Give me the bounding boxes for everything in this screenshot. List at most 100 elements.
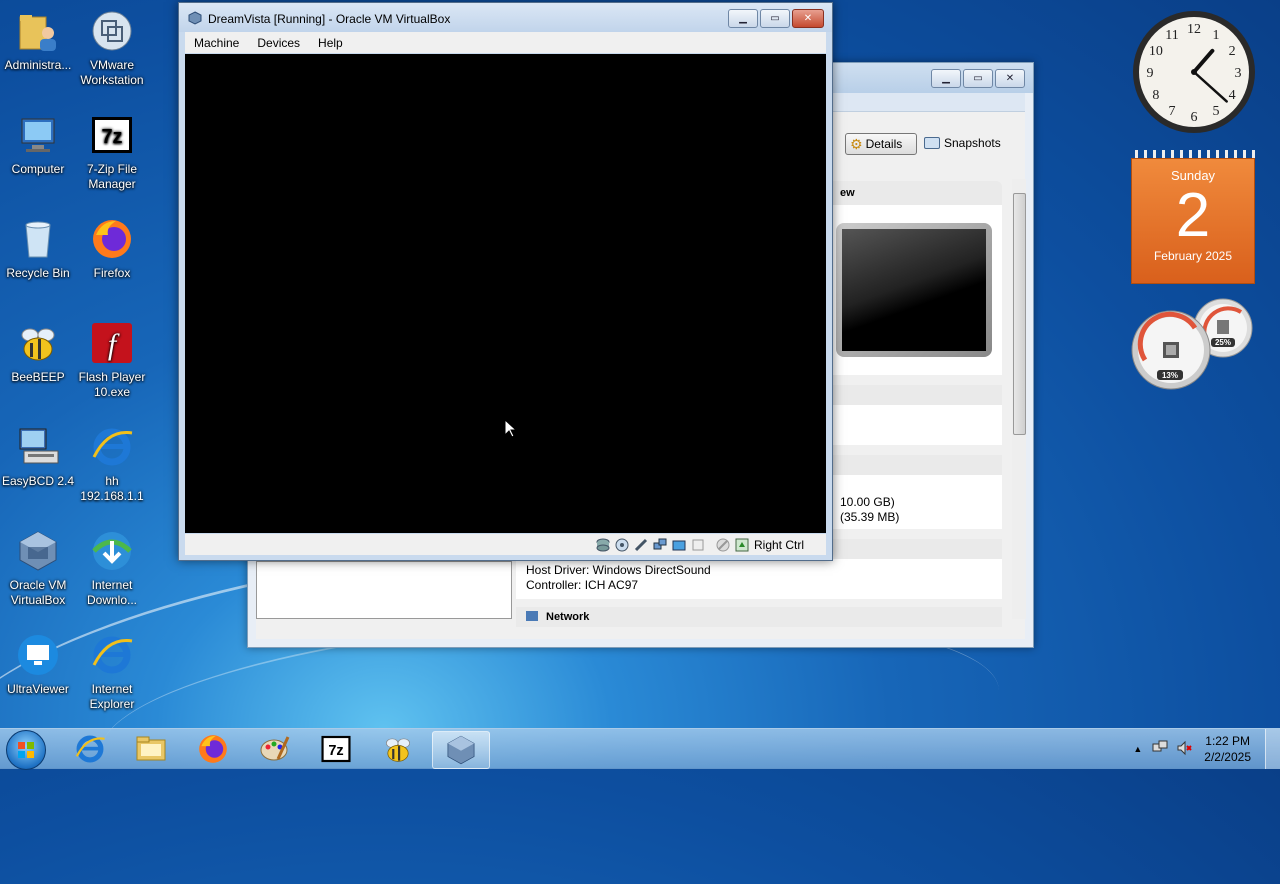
desktop-icon-label: Flash Player 10.exe xyxy=(78,370,146,399)
hard-disk-icon[interactable] xyxy=(596,537,611,552)
network-icon xyxy=(526,611,538,621)
menu-machine[interactable]: Machine xyxy=(185,36,248,50)
network-tray-icon[interactable] xyxy=(1152,740,1168,759)
taskbar-clock[interactable]: 1:22 PM 2/2/2025 xyxy=(1204,733,1251,765)
cpu-meter-gadget[interactable]: 13% 25% xyxy=(1131,298,1255,390)
display-icon[interactable] xyxy=(691,537,706,552)
clock-number: 3 xyxy=(1235,66,1242,81)
desktop-icon-label: Recycle Bin xyxy=(6,266,70,280)
host-key-label: Right Ctrl xyxy=(753,537,804,552)
desktop-icon-label: VMware Workstation xyxy=(80,58,144,87)
shared-folder-icon[interactable] xyxy=(672,537,687,552)
memory-usage-label: 25% xyxy=(1215,338,1231,347)
desktop-icon-ultraviewer[interactable]: UltraViewer xyxy=(0,632,76,697)
virtualbox-icon xyxy=(15,528,61,574)
taskbar-7zip[interactable]: 7z xyxy=(308,731,364,767)
desktop-icon-label: Internet Explorer xyxy=(89,682,135,711)
calendar-gadget[interactable]: Sunday 2 February 2025 xyxy=(1131,150,1255,284)
menu-devices[interactable]: Devices xyxy=(248,36,309,50)
desktop-icon-beebeep[interactable]: BeeBEEP xyxy=(0,320,76,385)
analog-clock-icon: 12 12 3 45678 9 1011 xyxy=(1133,11,1255,133)
vm-titlebar[interactable]: DreamVista [Running] - Oracle VM Virtual… xyxy=(179,3,832,32)
taskbar-virtualbox[interactable] xyxy=(432,731,490,769)
recycle-bin-icon xyxy=(15,216,61,262)
minimize-button[interactable]: ▁ xyxy=(931,69,961,88)
show-hidden-icons-icon[interactable]: ▲ xyxy=(1133,744,1142,754)
details-scrollbar[interactable] xyxy=(1012,179,1026,619)
vm-menubar: Machine Devices Help xyxy=(185,32,826,53)
desktop-icon-label: Administra... xyxy=(4,58,72,72)
vm-window-title: DreamVista [Running] - Oracle VM Virtual… xyxy=(208,12,451,26)
system-tray: ▲ 1:22 PM 2/2/2025 xyxy=(1133,729,1280,769)
desktop-icon-virtualbox[interactable]: Oracle VM VirtualBox xyxy=(0,528,76,608)
ultraviewer-icon xyxy=(15,632,61,678)
taskbar-paint[interactable] xyxy=(246,731,302,767)
audio-host-driver: Host Driver: Windows DirectSound xyxy=(526,563,711,577)
maximize-button[interactable]: ▭ xyxy=(963,69,993,88)
desktop-icon-firefox[interactable]: Firefox xyxy=(74,216,150,281)
taskbar-date: 2/2/2025 xyxy=(1204,750,1251,764)
clock-number: 9 xyxy=(1147,66,1154,81)
internet-explorer-icon xyxy=(89,632,135,678)
camera-icon xyxy=(924,137,940,149)
folder-icon xyxy=(136,736,166,761)
close-button[interactable]: ✕ xyxy=(995,69,1025,88)
virtualbox-window-icon xyxy=(188,11,202,25)
windows-logo-icon xyxy=(18,742,34,758)
start-button[interactable] xyxy=(6,730,46,770)
calendar-day-number: 2 xyxy=(1175,181,1211,250)
details-tab-label: Details xyxy=(865,137,903,151)
desktop-icon-hh-link[interactable]: hh 192.168.1.1 xyxy=(74,424,150,504)
taskbar-explorer[interactable] xyxy=(123,731,179,767)
taskbar: 7z ▲ 1:22 PM 2/2/2025 xyxy=(0,728,1280,770)
clock-number: 1 xyxy=(1213,28,1220,43)
vm-list-panel[interactable] xyxy=(256,561,512,619)
close-button[interactable]: ✕ xyxy=(792,9,824,28)
usb-icon[interactable] xyxy=(634,537,649,552)
desktop-icon-administrator[interactable]: Administra... xyxy=(0,8,76,73)
taskbar-firefox[interactable] xyxy=(185,731,241,767)
desktop-icon-vmware[interactable]: VMware Workstation xyxy=(74,8,150,88)
desktop-icon-label: UltraViewer xyxy=(7,682,69,696)
volume-muted-icon[interactable] xyxy=(1176,740,1192,759)
cpu-meter-icon: 13% 25% xyxy=(1131,298,1253,390)
minimize-button[interactable]: ▁ xyxy=(728,9,758,28)
vm-running-window[interactable]: DreamVista [Running] - Oracle VM Virtual… xyxy=(178,2,833,561)
vm-preview-frame xyxy=(836,223,992,357)
menu-help[interactable]: Help xyxy=(309,36,352,50)
download-manager-icon xyxy=(89,528,135,574)
maximize-button[interactable]: ▭ xyxy=(760,9,790,28)
taskbar-internet-explorer[interactable] xyxy=(62,731,118,767)
desktop-icon-label: Firefox xyxy=(93,266,131,280)
internet-explorer-icon xyxy=(75,735,105,763)
7zip-icon: 7z xyxy=(321,735,351,763)
desktop-icon-flash-player[interactable]: f Flash Player 10.exe xyxy=(74,320,150,400)
show-desktop-button[interactable] xyxy=(1265,729,1280,769)
desktop-icon-label: Internet Downlo... xyxy=(86,578,138,607)
clock-number: 8 xyxy=(1152,88,1159,103)
desktop-icon-internet-download[interactable]: Internet Downlo... xyxy=(74,528,150,608)
clock-number: 7 xyxy=(1169,104,1176,119)
bee-icon xyxy=(15,320,61,366)
desktop-icon-internet-explorer[interactable]: Internet Explorer xyxy=(74,632,150,712)
clock-number: 5 xyxy=(1213,104,1220,119)
desktop-icon-label: 7-Zip File Manager xyxy=(86,162,137,191)
desktop-icon-computer[interactable]: Computer xyxy=(0,112,76,177)
taskbar-beebeep[interactable] xyxy=(370,731,426,767)
mouse-integration-icon[interactable] xyxy=(716,537,731,552)
details-tab[interactable]: ⚙ Details xyxy=(845,133,917,155)
desktop-icon-easybcd[interactable]: EasyBCD 2.4 xyxy=(0,424,76,489)
desktop-icon-7zip[interactable]: 7z 7-Zip File Manager xyxy=(74,112,150,192)
snapshots-tab[interactable]: Snapshots xyxy=(924,136,1001,150)
vmware-icon xyxy=(89,8,135,54)
desktop-icon-recycle-bin[interactable]: Recycle Bin xyxy=(0,216,76,281)
paint-palette-icon xyxy=(260,736,290,761)
network-adapter-icon[interactable] xyxy=(653,537,668,552)
clock-gadget[interactable]: 12 1 2 3 4 5 6 7 8 9 10 11 xyxy=(1131,9,1257,135)
bee-icon xyxy=(386,738,410,762)
optical-drive-icon[interactable] xyxy=(615,537,630,552)
clock-number: 6 xyxy=(1191,110,1198,125)
host-key-icon xyxy=(735,537,750,552)
internet-explorer-icon xyxy=(89,424,135,470)
vm-display[interactable] xyxy=(185,54,826,533)
